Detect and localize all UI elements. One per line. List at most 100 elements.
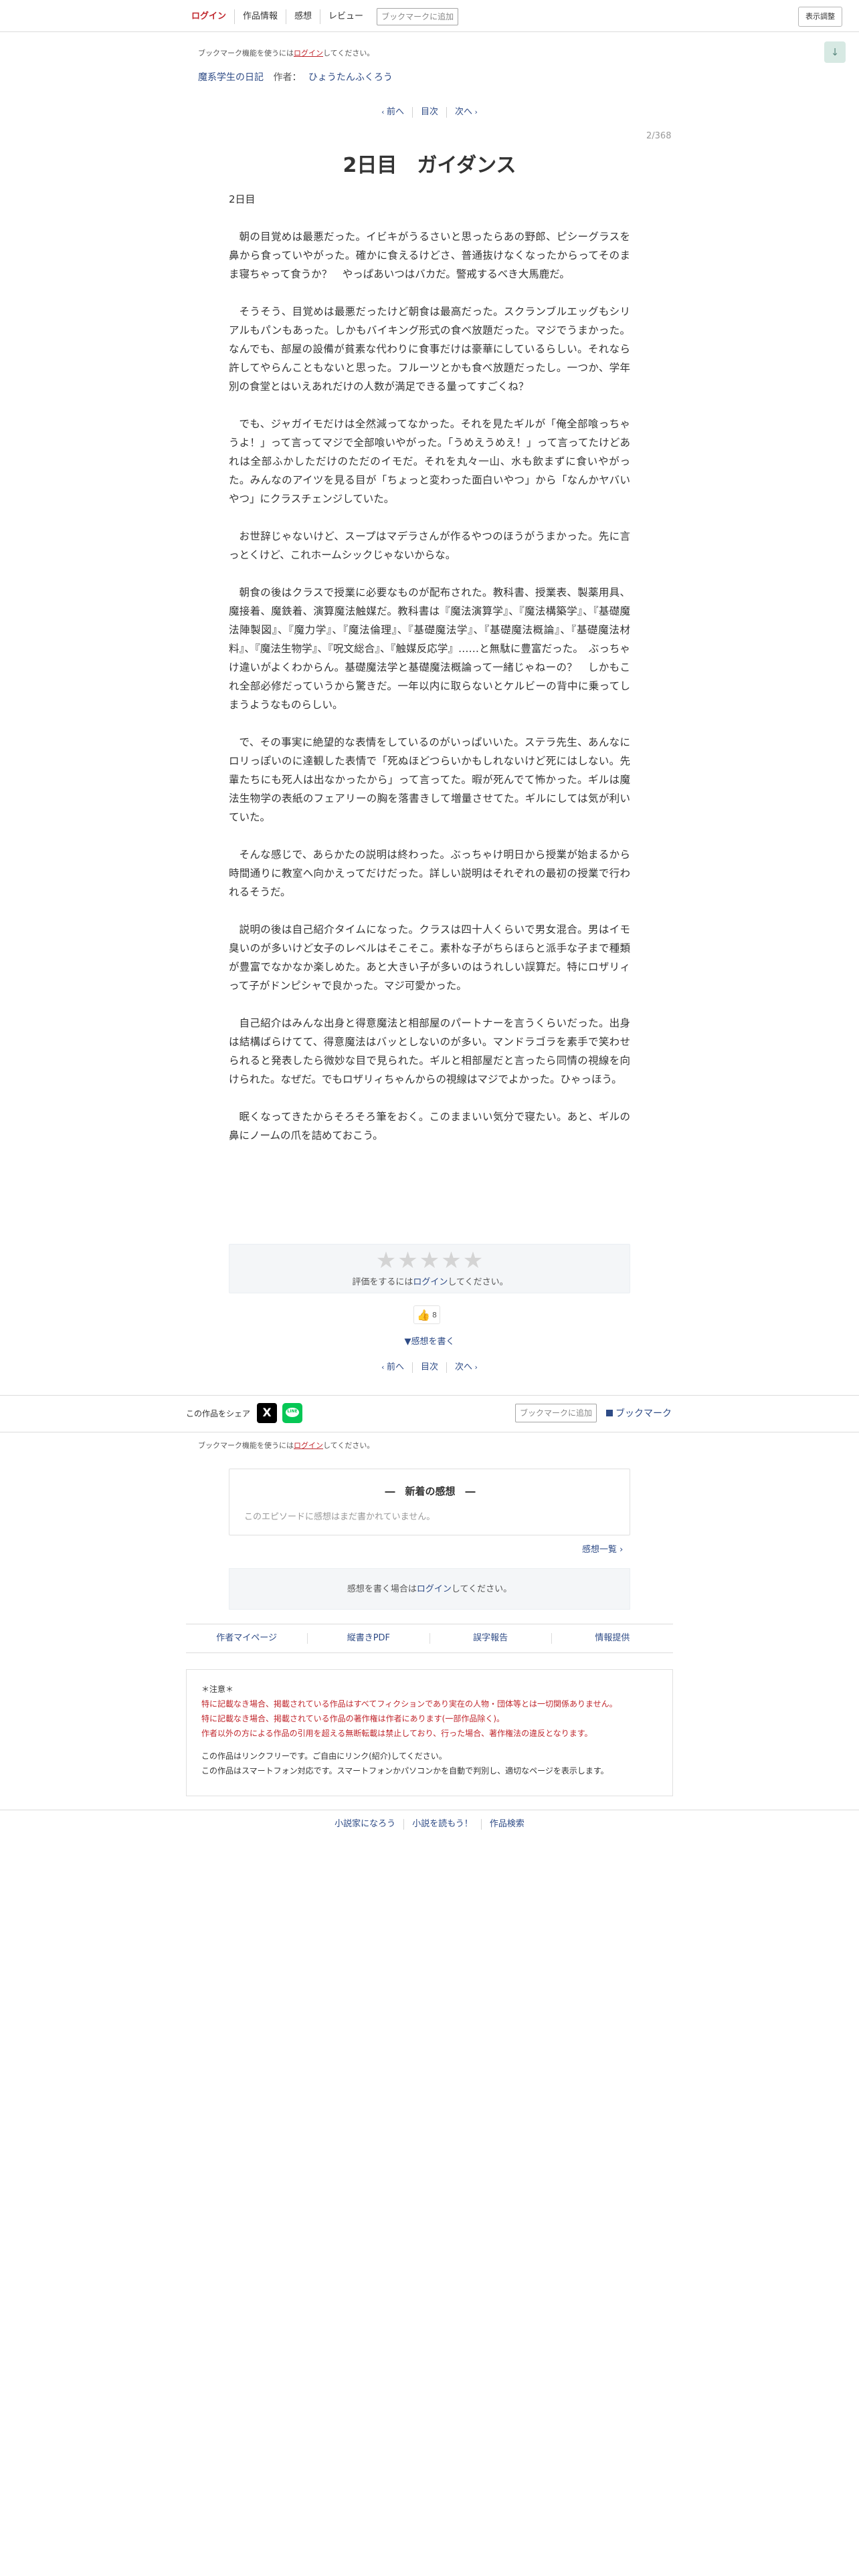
prev-label: 前へ xyxy=(386,107,404,117)
prev-episode-link[interactable]: ‹ 前へ xyxy=(373,1362,412,1373)
bookmark-notice-suffix: してください。 xyxy=(323,1441,375,1450)
site-link-search[interactable]: 作品検索 xyxy=(480,1819,533,1830)
notice-red-line: 特に記載なき場合、掲載されている作品の著作権は作者にあります(一部作品除く)。 xyxy=(201,1714,505,1723)
next-label: 次へ xyxy=(455,107,473,117)
bookmark-add-button-bottom[interactable]: ブックマークに追加 xyxy=(515,1404,597,1422)
impressions-empty-text: このエピソードに感想はまだ書かれていません。 xyxy=(244,1512,436,1522)
share-label: この作品をシェア xyxy=(186,1408,251,1418)
rating-text-suffix: してください。 xyxy=(448,1277,508,1287)
bookmark-notice-bottom: ブックマーク機能を使うにはログインしてください。 xyxy=(198,1440,374,1451)
x-share-icon[interactable]: X xyxy=(257,1403,278,1423)
impressions-list-link[interactable]: 感想一覧 › xyxy=(582,1542,623,1555)
scroll-down-button[interactable]: ↓ xyxy=(824,41,846,63)
impression-login-link[interactable]: ログイン xyxy=(417,1584,452,1594)
bookmark-notice-text: ブックマーク機能を使うには xyxy=(198,49,294,58)
bookmark-notice-text: ブックマーク機能を使うには xyxy=(198,1441,294,1450)
nav-impressions[interactable]: 感想 xyxy=(286,9,320,24)
vertical-pdf-link[interactable]: 縦書きPDF xyxy=(307,1633,429,1644)
site-link-narou[interactable]: 小説家になろう xyxy=(326,1819,403,1830)
line-label: LINE xyxy=(287,1409,298,1414)
bookmark-link[interactable]: ブックマーク xyxy=(606,1406,672,1420)
toc-link[interactable]: 目次 xyxy=(411,1362,446,1373)
display-settings-button[interactable]: 表示調整 xyxy=(798,7,842,27)
notice-line: この作品はスマートフォン対応です。スマートフォンかパソコンかを自動で判別し、適切… xyxy=(201,1766,609,1776)
body-paragraph: 眠くなってきたからそろそろ筆をおく。このままいい気分で寝たい。あと、ギルの鼻にノ… xyxy=(229,1111,630,1142)
work-footer-links: 作者マイページ 縦書きPDF 誤字報告 情報提供 xyxy=(186,1624,673,1653)
rating-login-link[interactable]: ログイン xyxy=(413,1277,448,1287)
episode-title: 2日目 ガイダンス xyxy=(343,154,516,177)
toc-link[interactable]: 目次 xyxy=(411,107,446,118)
episode-pager-bottom: ‹ 前へ 目次 次へ › xyxy=(0,1362,859,1373)
like-button[interactable]: 👍 8 xyxy=(413,1305,440,1324)
body-paragraph: 自己紹介はみんな出身と得意魔法と相部屋のパートナーを言うくらいだった。出身は結構… xyxy=(229,1017,630,1085)
impression-login-suffix: してください。 xyxy=(451,1584,512,1594)
bookmark-notice: ブックマーク機能を使うにはログインしてください。 xyxy=(198,47,374,58)
site-link-yomou[interactable]: 小説を読もう！ xyxy=(403,1819,481,1830)
chevron-left-icon: ‹ xyxy=(381,108,387,116)
body-paragraph: 朝の目覚めは最悪だった。イビキがうるさいと思ったらあの野郎、ピシーグラスを鼻から… xyxy=(229,231,630,280)
episode-counter: 2/368 xyxy=(646,131,672,141)
bookmark-link-label: ブックマーク xyxy=(615,1408,672,1419)
impressions-list-label: 感想一覧 xyxy=(582,1545,617,1555)
bookmark-notice-suffix: してください。 xyxy=(323,49,375,58)
prev-episode-link[interactable]: ‹ 前へ xyxy=(373,107,412,118)
bookmark-bottom: ブックマークに追加 ブックマーク xyxy=(515,1402,672,1424)
impression-login-box: 感想を書く場合はログインしてください。 xyxy=(229,1568,630,1610)
chevron-right-icon: › xyxy=(472,108,478,116)
author-link[interactable]: ひょうたんふくろう xyxy=(308,72,393,83)
top-nav: ログイン 作品情報 感想 レビュー ブックマークに追加 xyxy=(185,6,459,27)
episode-subtitle: 2日目 xyxy=(229,193,256,205)
bookmark-notice-login-link[interactable]: ログイン xyxy=(294,1441,323,1450)
notice-heading: ＊注意＊ xyxy=(201,1685,234,1694)
notice-line: この作品はリンクフリーです。ご自由にリンク(紹介)してください。 xyxy=(201,1751,447,1761)
share-bar: この作品をシェア X LINE xyxy=(186,1402,303,1424)
next-label: 次へ xyxy=(455,1362,473,1372)
breadcrumb: 魔系学生の日記 作者： ひょうたんふくろう xyxy=(198,70,393,84)
bookmark-icon xyxy=(606,1410,613,1416)
body-paragraph: そんな感じで、あらかたの説明は終わった。ぶっちゃけ明日から授業が始まるから時間通… xyxy=(229,849,630,898)
series-title-link[interactable]: 魔系学生の日記 xyxy=(198,72,264,83)
rating-box: ★★★★★ 評価をするにはログインしてください。 xyxy=(229,1244,630,1293)
login-link[interactable]: ログイン xyxy=(185,9,234,24)
prev-label: 前へ xyxy=(386,1362,404,1372)
typo-report-link[interactable]: 誤字報告 xyxy=(429,1633,551,1644)
write-impression-link[interactable]: ▼感想を書く xyxy=(0,1334,859,1347)
rating-login-text: 評価をするにはログインしてください。 xyxy=(229,1275,631,1287)
rating-text-prefix: 評価をするには xyxy=(352,1277,413,1287)
top-header: ログイン 作品情報 感想 レビュー ブックマークに追加 表示調整 xyxy=(0,0,859,32)
write-impression-label: 感想を書く xyxy=(411,1337,455,1347)
info-provide-link[interactable]: 情報提供 xyxy=(551,1633,673,1644)
notice-box: ＊注意＊ 特に記載なき場合、掲載されている作品はすべてフィクションであり実在の人… xyxy=(186,1669,673,1796)
author-label: 作者： xyxy=(273,72,302,83)
chevron-left-icon: ‹ xyxy=(381,1363,387,1372)
author-mypage-link[interactable]: 作者マイページ xyxy=(186,1633,307,1644)
thumbs-up-icon: 👍 xyxy=(417,1308,430,1321)
impressions-title: ― 新着の感想 ― xyxy=(385,1485,476,1497)
episode-pager-top: ‹ 前へ 目次 次へ › xyxy=(0,107,859,118)
notice-gap xyxy=(201,1741,658,1749)
nav-work-info[interactable]: 作品情報 xyxy=(234,9,286,24)
chevron-right-icon: › xyxy=(472,1363,478,1372)
section-divider xyxy=(0,1395,859,1396)
like-count: 8 xyxy=(432,1310,437,1319)
new-impressions-box: ― 新着の感想 ― このエピソードに感想はまだ書かれていません。 xyxy=(229,1469,630,1535)
notice-red-line: 特に記載なき場合、掲載されている作品はすべてフィクションであり実在の人物・団体等… xyxy=(201,1699,617,1709)
rating-stars[interactable]: ★★★★★ xyxy=(229,1247,631,1274)
episode-body: 朝の目覚めは最悪だった。イビキがうるさいと思ったらあの野郎、ピシーグラスを鼻から… xyxy=(229,227,630,1164)
next-episode-link[interactable]: 次へ › xyxy=(446,1362,486,1373)
notice-red-line: 作者以外の方による作品の引用を超える無断転載は禁止しており、行った場合、著作権法… xyxy=(201,1729,593,1738)
bookmark-add-button[interactable]: ブックマークに追加 xyxy=(377,8,459,25)
body-paragraph: お世辞じゃないけど、スープはマデラさんが作るやつのほうがうまかった。先に言っとく… xyxy=(229,530,630,561)
nav-review[interactable]: レビュー xyxy=(320,9,371,24)
next-episode-link[interactable]: 次へ › xyxy=(446,107,486,118)
site-links: 小説家になろう 小説を読もう！ 作品検索 xyxy=(0,1819,859,1830)
body-paragraph: そうそう、目覚めは最悪だったけど朝食は最高だった。スクランブルエッグもシリアルも… xyxy=(229,306,630,393)
chevron-right-icon: › xyxy=(617,1545,624,1555)
impression-login-prefix: 感想を書く場合は xyxy=(347,1584,417,1594)
body-paragraph: でも、ジャガイモだけは全然減ってなかった。それを見たギルが「俺全部喰っちゃうよ！… xyxy=(229,418,630,505)
line-share-icon[interactable]: LINE xyxy=(282,1403,303,1423)
body-paragraph: で、その事実に絶望的な表情をしているのがいっぱいいた。ステラ先生、あんなにロリっ… xyxy=(229,736,630,823)
triangle-down-icon: ▼ xyxy=(404,1337,411,1347)
body-paragraph: 朝食の後はクラスで授業に必要なものが配布された。教科書、授業表、製薬用具、魔接着… xyxy=(229,586,630,711)
bookmark-notice-login-link[interactable]: ログイン xyxy=(294,49,323,58)
